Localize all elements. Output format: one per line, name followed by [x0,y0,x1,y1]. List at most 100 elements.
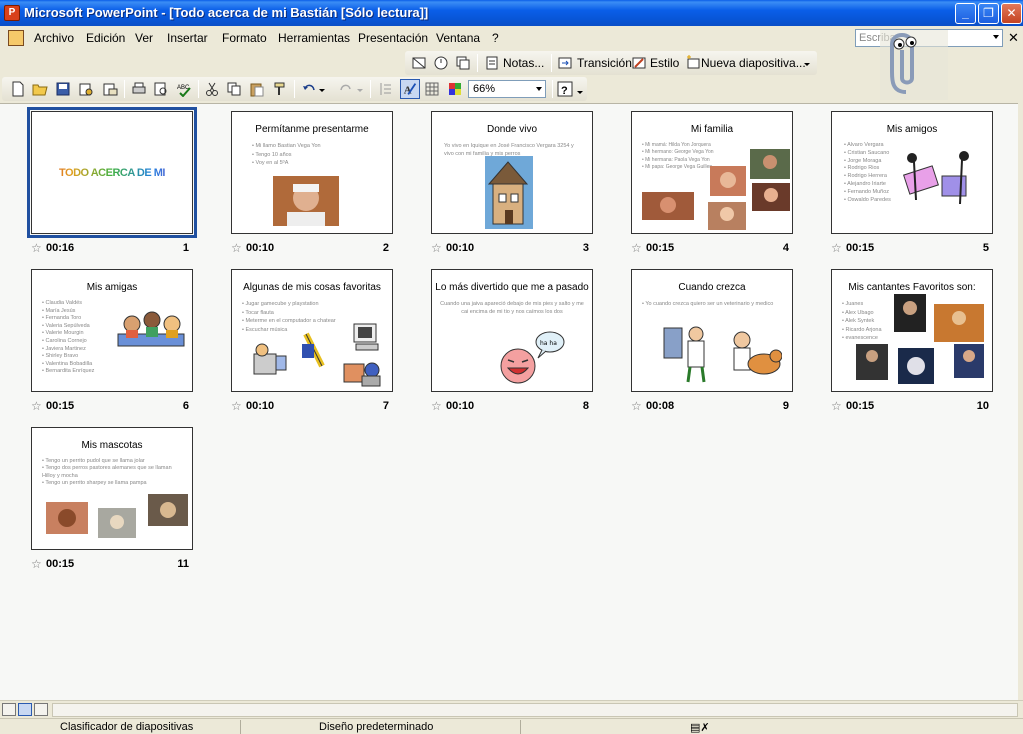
minimize-button[interactable]: _ [955,3,976,24]
transition-icon[interactable] [557,55,573,71]
save-icon[interactable] [55,81,71,97]
cut-icon[interactable] [204,81,220,97]
bullet-item: Mi papa: George Vega Guillen [642,164,714,171]
slide-timing: 00:08 [646,400,675,412]
expand-all-icon[interactable] [378,81,394,97]
transition-star-icon[interactable]: ☆ [31,399,42,413]
open-folder-icon[interactable] [32,81,48,97]
slide-thumbnail-9[interactable]: Cuando crezca Yo cuando crezca quiero se… [631,269,793,392]
transition-button[interactable]: Transición [577,56,632,70]
new-slide-button[interactable]: Nueva diapositiva... [701,56,806,70]
transition-star-icon[interactable]: ☆ [631,241,642,255]
slide-thumbnail-2[interactable]: Permítanme presentarme Mi llamo Bastian … [231,111,393,234]
family-photo [642,192,694,220]
transition-star-icon[interactable]: ☆ [31,557,42,571]
bullet-item: Fernando Muñoz [844,189,891,197]
menu-formato[interactable]: Formato [222,31,267,45]
bullet-item: Voy en al 5ºA [252,159,321,168]
format-painter-icon[interactable] [272,81,288,97]
show-grid-icon[interactable] [424,81,440,97]
powerpoint-app-icon[interactable]: P [4,5,20,21]
document-close-icon[interactable]: ✕ [1008,30,1019,46]
transition-star-icon[interactable]: ☆ [431,399,442,413]
notes-button[interactable]: Notas... [503,56,544,70]
bullet-item: Ricardo Arjona [842,326,881,335]
chevron-down-icon[interactable] [993,35,999,39]
copy-icon[interactable] [226,81,242,97]
print-icon[interactable] [131,81,147,97]
transition-star-icon[interactable]: ☆ [831,241,842,255]
transition-star-icon[interactable]: ☆ [231,399,242,413]
office-assistant-clippy[interactable] [872,22,952,102]
vertical-scrollbar[interactable] [1018,103,1023,700]
speaker-notes-icon[interactable] [485,55,501,71]
help-icon[interactable]: ? [557,81,573,97]
undo-icon[interactable] [301,81,317,97]
show-formatting-icon[interactable]: A [400,79,420,99]
email-icon[interactable] [102,81,118,97]
permission-icon[interactable] [78,81,94,97]
toolbar-options-icon[interactable] [803,60,811,68]
spelling-icon[interactable]: ABC [176,81,192,97]
transition-star-icon[interactable]: ☆ [231,241,242,255]
close-button[interactable]: ✕ [1001,3,1022,24]
slide-title: Mi familia [690,124,734,135]
transition-star-icon[interactable]: ☆ [831,399,842,413]
redo-dropdown-icon[interactable] [356,86,364,94]
slide-title: Mis amigas [86,282,138,293]
new-slide-icon[interactable] [685,55,701,71]
bullet-item: María Jesús [42,308,94,316]
toolbar-options-icon[interactable] [576,88,584,96]
design-style-icon[interactable] [631,55,647,71]
spelling-status-icon[interactable]: ▤✗ [690,721,710,734]
menu-ver[interactable]: Ver [135,31,153,45]
rehearse-timings-icon[interactable] [433,55,449,71]
paste-icon[interactable] [249,81,265,97]
slide-sorter-view-icon[interactable] [18,703,32,716]
slide-thumbnail-4[interactable]: Mi familia Mi mamá: Hilda Yon Jorquera M… [631,111,793,234]
slide-thumbnail-11[interactable]: Mis mascotas Tengo un perrito pudol que … [31,427,193,550]
menu-archivo[interactable]: Archivo [34,31,74,45]
window-title: Microsoft PowerPoint - [Todo acerca de m… [24,5,429,20]
slide-thumbnail-10[interactable]: Mis cantantes Favoritos son: Juanes Alex… [831,269,993,392]
slide-thumbnail-8[interactable]: Lo más divertido que me a pasado Cuando … [431,269,593,392]
slide-thumbnail-5[interactable]: Mis amigos Alvaro Vergara Cristian Sauca… [831,111,993,234]
summary-slide-icon[interactable] [455,55,471,71]
transition-star-icon[interactable]: ☆ [431,241,442,255]
slide-thumbnail-3[interactable]: Donde vivo Yo vivo en Iquique en José Fr… [431,111,593,234]
menu-edicion[interactable]: Edición [86,31,125,45]
menu-help[interactable]: ? [492,31,499,45]
menu-presentacion[interactable]: Presentación [358,31,428,45]
slide-show-view-icon[interactable] [34,703,48,716]
pet-photo [46,502,88,534]
bullet-item: Mi llamo Bastian Vega Yon [252,142,320,151]
zoom-select[interactable]: 66% [468,80,546,98]
svg-text:?: ? [561,85,568,97]
color-grayscale-icon[interactable] [447,81,463,97]
style-button[interactable]: Estilo [650,56,679,70]
slide-thumbnail-7[interactable]: Algunas de mis cosas favoritas Jugar gam… [231,269,393,392]
document-icon[interactable] [8,30,24,46]
redo-icon[interactable] [338,81,354,97]
transition-star-icon[interactable]: ☆ [31,241,42,255]
slide-thumbnail-6[interactable]: Mis amigas Claudia Valdés María Jesús Fe… [31,269,193,392]
bullet-item: Claudia Valdés [42,300,94,308]
restore-button[interactable]: ❐ [978,3,999,24]
new-document-icon[interactable] [10,81,26,97]
bullet-item: Rodrigo Herrera [844,173,891,181]
menu-herramientas[interactable]: Herramientas [278,31,350,45]
bullet-item: Alejandro Iriarte [844,181,891,189]
bullet-item: Mi mamá: Hilda Yon Jorquera [642,142,714,149]
undo-dropdown-icon[interactable] [318,86,326,94]
horizontal-scrollbar[interactable] [52,703,1018,717]
slide-meta-7: ☆ 00:10 7 [231,399,393,413]
transition-star-icon[interactable]: ☆ [631,399,642,413]
slide-thumbnail-1[interactable]: TODO ACERCA DE MI [27,107,197,238]
normal-view-icon[interactable] [2,703,16,716]
menu-ventana[interactable]: Ventana [436,31,480,45]
print-preview-icon[interactable] [153,81,169,97]
hide-slide-icon[interactable] [411,55,427,71]
family-photo [708,202,746,230]
menu-insertar[interactable]: Insertar [167,31,208,45]
bullet-item: Valerie Mourgin [42,330,94,338]
